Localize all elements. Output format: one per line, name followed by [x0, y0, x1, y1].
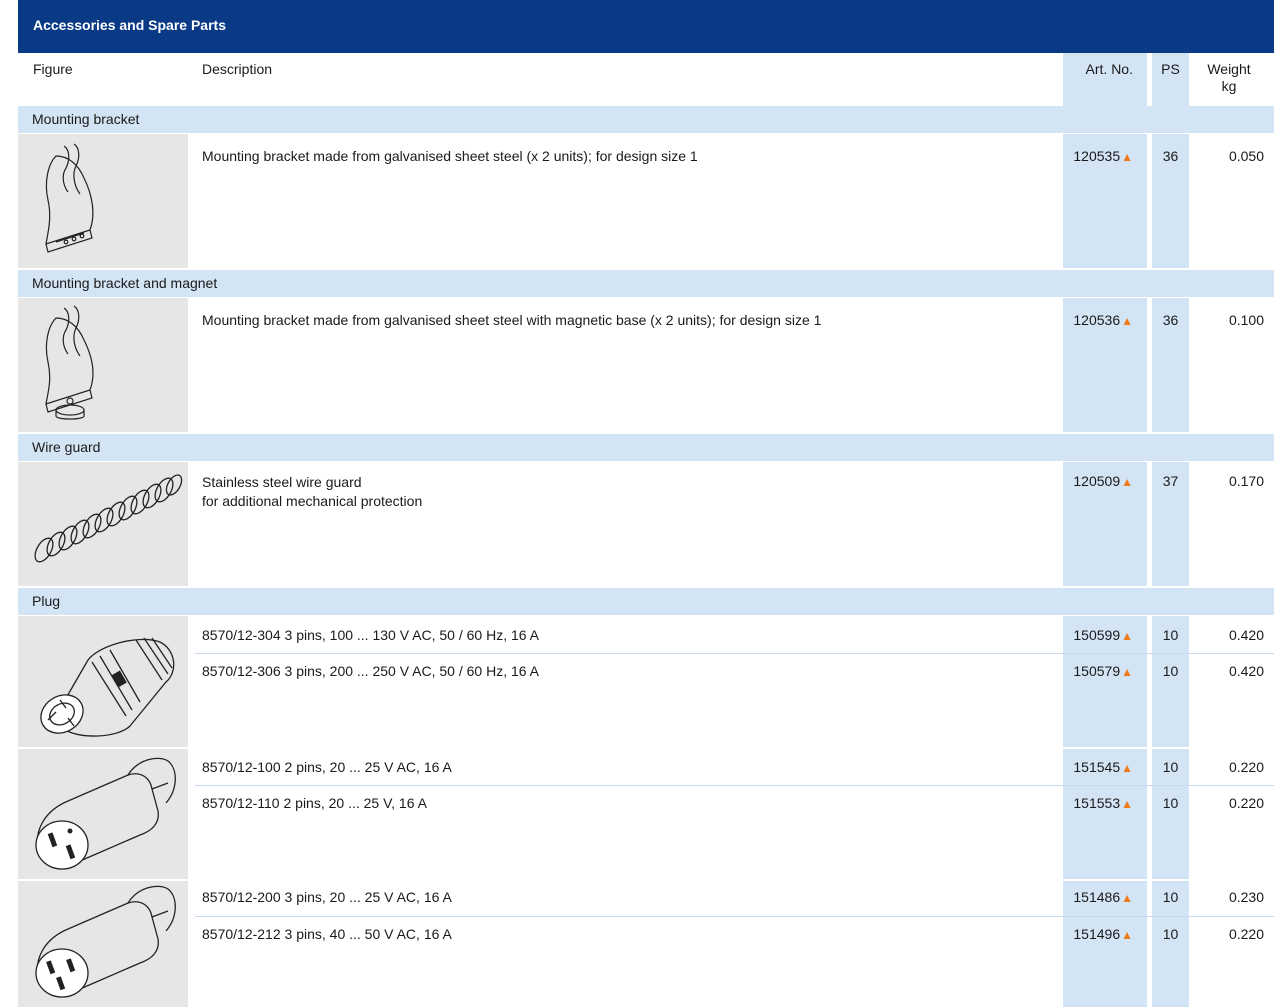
mounting-bracket-magnet-icon: [45, 305, 94, 420]
weight-value: 0.220: [1228, 795, 1264, 811]
weight-value: 0.230: [1228, 889, 1264, 905]
weight-value: 0.170: [1228, 473, 1264, 489]
availability-triangle-icon: ▲: [1121, 475, 1133, 489]
column-header-art-no: Art. No.: [1085, 61, 1133, 77]
section-title: Mounting bracket and magnet: [32, 275, 218, 291]
description-line: for additional mechanical protection: [202, 493, 423, 509]
figure-mounting-bracket: [18, 134, 188, 268]
figure-mounting-bracket-magnet: [18, 298, 188, 432]
packing-size: 37: [1162, 473, 1179, 489]
packing-size: 36: [1162, 312, 1179, 328]
availability-triangle-icon: ▲: [1121, 150, 1133, 164]
section-header-plug: Plug: [18, 588, 1274, 615]
availability-triangle-icon: ▲: [1121, 797, 1133, 811]
row-separator: [195, 785, 1274, 786]
section-header-wire-guard: Wire guard: [18, 434, 1274, 461]
figure-wire-guard: [18, 462, 188, 586]
article-number-value: 150599: [1073, 627, 1121, 643]
section-header-mounting-bracket-magnet: Mounting bracket and magnet: [18, 270, 1274, 297]
weight-value: 0.050: [1228, 148, 1264, 164]
article-number: 120509▲: [1063, 473, 1147, 489]
row-separator: [195, 653, 1274, 654]
column-header-figure: Figure: [33, 61, 73, 77]
weight-value: 0.420: [1228, 663, 1264, 679]
product-description: 8570/12-200 3 pins, 20 ... 25 V AC, 16 A: [202, 889, 452, 905]
weight-value: 0.220: [1228, 759, 1264, 775]
plug-2-pin-icon: [35, 757, 176, 870]
article-number: 150599▲: [1063, 627, 1147, 643]
product-description: 8570/12-212 3 pins, 40 ... 50 V AC, 16 A: [202, 926, 452, 942]
column-header-description: Description: [202, 61, 273, 77]
row-separator: [195, 916, 1274, 917]
table-banner: Accessories and Spare Parts: [18, 0, 1274, 50]
industrial-plug-icon: [40, 637, 175, 737]
packing-size: 10: [1162, 795, 1179, 811]
article-number: 151486▲: [1063, 889, 1147, 905]
packing-size: 10: [1162, 926, 1179, 942]
article-number-value: 150579: [1073, 663, 1121, 679]
figure-industrial-plug: [18, 616, 188, 747]
availability-triangle-icon: ▲: [1121, 665, 1133, 679]
column-header-weight: Weight kg: [1194, 53, 1264, 106]
product-description: 8570/12-100 2 pins, 20 ... 25 V AC, 16 A: [202, 759, 452, 775]
packing-size: 36: [1162, 148, 1179, 164]
article-number-value: 120536: [1073, 312, 1121, 328]
section-title: Mounting bracket: [32, 111, 140, 127]
section-title: Wire guard: [32, 439, 101, 455]
product-description: Mounting bracket made from galvanised sh…: [202, 312, 822, 328]
article-number: 120536▲: [1063, 312, 1147, 328]
wire-guard-spring-icon: [34, 474, 183, 563]
banner-title: Accessories and Spare Parts: [33, 17, 226, 33]
weight-header-unit: kg: [1221, 78, 1237, 94]
description-line: Stainless steel wire guard: [202, 474, 362, 490]
packing-size: 10: [1162, 759, 1179, 775]
packing-size: 10: [1162, 627, 1179, 643]
product-description: 8570/12-306 3 pins, 200 ... 250 V AC, 50…: [202, 663, 540, 679]
product-description: 8570/12-110 2 pins, 20 ... 25 V, 16 A: [202, 795, 427, 811]
figure-plug-3-pin: [18, 881, 188, 1007]
weight-value: 0.220: [1228, 926, 1264, 942]
weight-header-label: Weight: [1207, 61, 1251, 77]
weight-value: 0.100: [1228, 312, 1264, 328]
article-number: 151553▲: [1063, 795, 1147, 811]
article-number-value: 120509: [1073, 473, 1121, 489]
figure-plug-2-pin: [18, 749, 188, 879]
section-header-mounting-bracket: Mounting bracket: [18, 106, 1274, 133]
availability-triangle-icon: ▲: [1121, 629, 1133, 643]
column-header-ps: PS: [1161, 61, 1180, 77]
article-number: 150579▲: [1063, 663, 1147, 679]
article-number-value: 151553: [1073, 795, 1121, 811]
article-number-value: 151486: [1073, 889, 1121, 905]
article-number: 151545▲: [1063, 759, 1147, 775]
article-number-value: 151545: [1073, 759, 1121, 775]
product-description: 8570/12-304 3 pins, 100 ... 130 V AC, 50…: [202, 627, 540, 643]
availability-triangle-icon: ▲: [1121, 314, 1133, 328]
article-number-value: 151496: [1073, 926, 1121, 942]
packing-size: 10: [1162, 663, 1179, 679]
article-number: 120535▲: [1063, 148, 1147, 164]
packing-size: 10: [1162, 889, 1179, 905]
availability-triangle-icon: ▲: [1121, 891, 1133, 905]
weight-value: 0.420: [1228, 627, 1264, 643]
product-description: Stainless steel wire guard for additiona…: [202, 473, 422, 511]
article-number-value: 120535: [1073, 148, 1121, 164]
section-title: Plug: [32, 593, 61, 609]
plug-3-pin-icon: [35, 885, 176, 998]
availability-triangle-icon: ▲: [1121, 761, 1133, 775]
mounting-bracket-icon: [45, 143, 94, 253]
availability-triangle-icon: ▲: [1121, 928, 1133, 942]
article-number: 151496▲: [1063, 926, 1147, 942]
product-description: Mounting bracket made from galvanised sh…: [202, 148, 698, 164]
